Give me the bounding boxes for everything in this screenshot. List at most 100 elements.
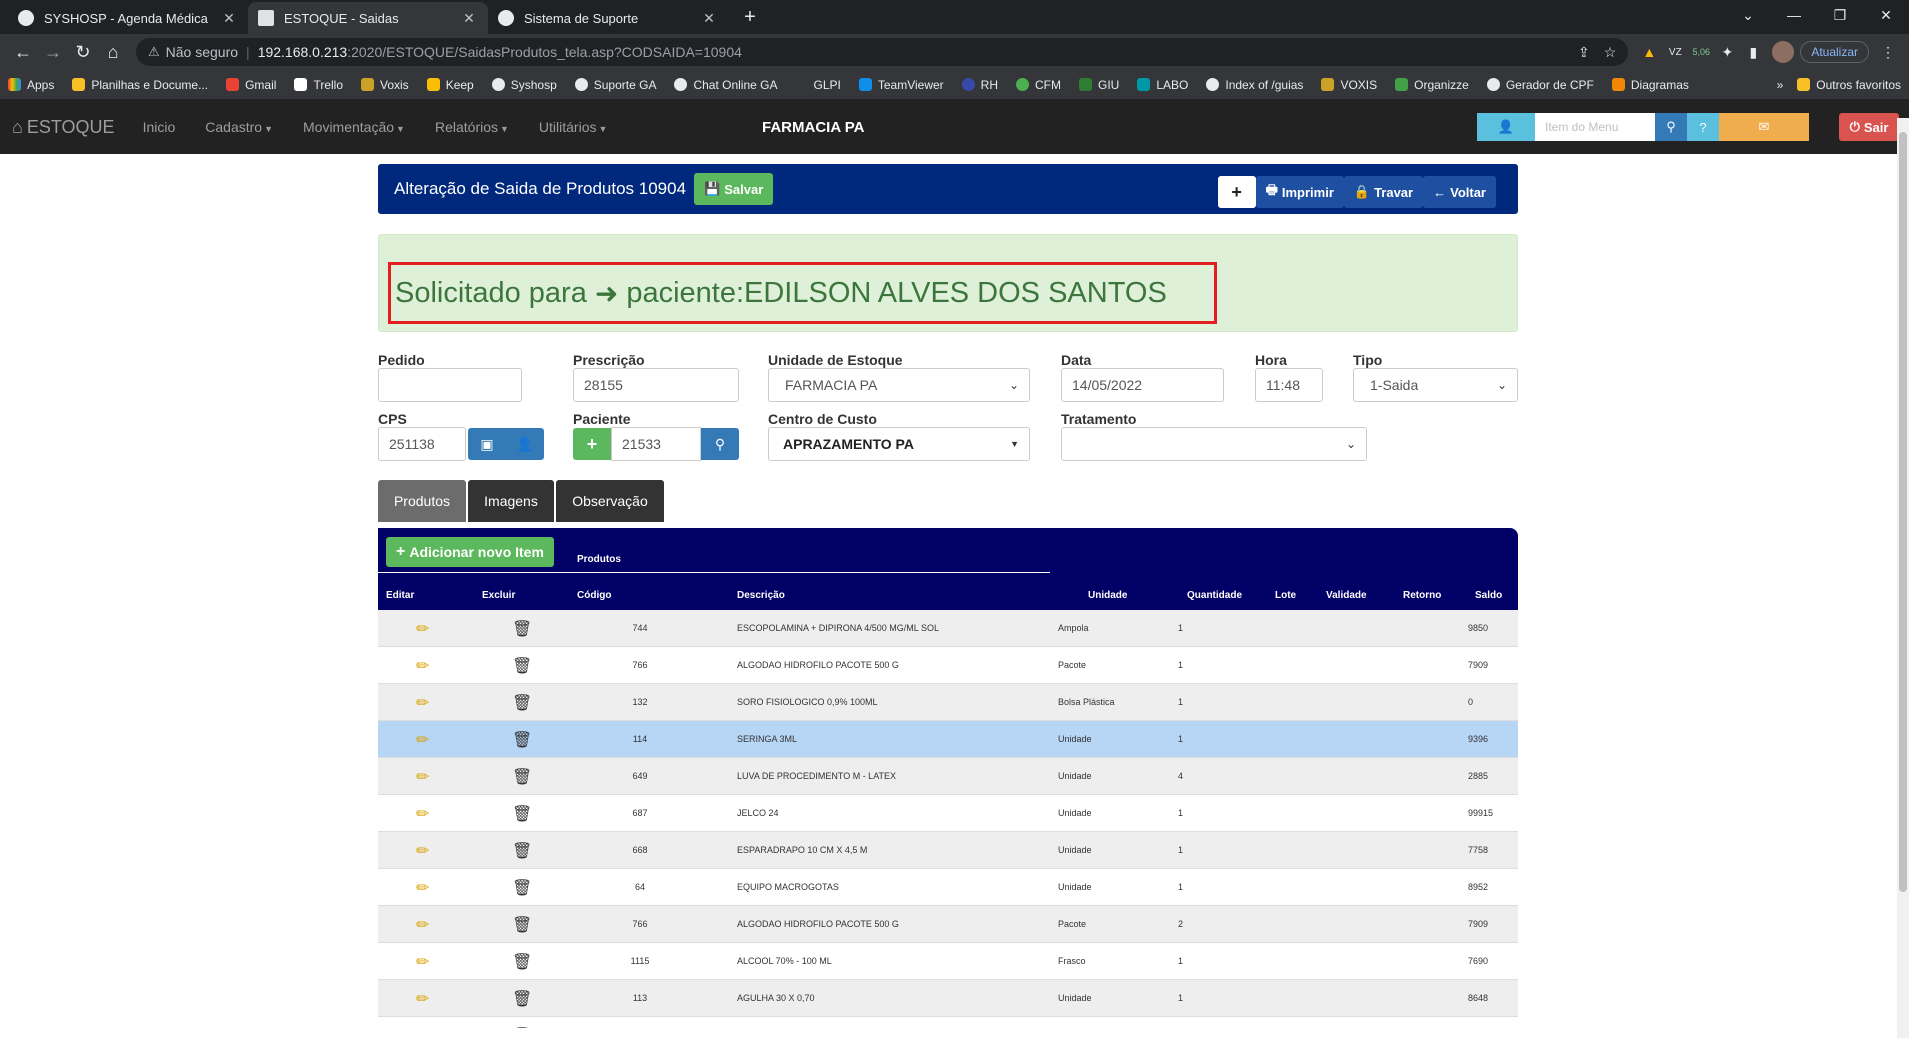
pencil-icon[interactable]: ✏ [416,878,429,898]
lock-button[interactable]: 🔒 Travar [1343,176,1424,208]
save-button[interactable]: 💾 Salvar [694,173,774,205]
search-button[interactable]: ⚲ [1655,113,1687,141]
cps-input[interactable]: 251138 [378,427,466,461]
trash-icon[interactable]: 🗑 [512,915,532,935]
add-paciente-button[interactable]: + [573,428,611,460]
url-field[interactable]: ⚠ Não seguro | 192.168.0.213:2020/ESTOQU… [136,38,1629,66]
pencil-icon[interactable]: ✏ [416,730,429,750]
back-button[interactable]: ← Voltar [1423,176,1496,208]
pencil-icon[interactable]: ✏ [416,841,429,861]
help-button[interactable]: ? [1687,113,1719,141]
search-paciente-button[interactable]: ⚲ [701,428,739,460]
add-button[interactable]: + [1217,176,1256,208]
bookmark-cfm[interactable]: CFM [1016,78,1061,92]
add-item-button[interactable]: + Adicionar novo Item [386,537,554,567]
centro-select[interactable]: APRAZAMENTO PA ▼ [768,427,1030,461]
data-input[interactable]: 14/05/2022 [1061,368,1224,402]
pedido-input[interactable] [378,368,522,402]
bookmarks-overflow-button[interactable]: » [1777,78,1784,92]
star-icon[interactable]: ☆ [1604,44,1617,61]
bookmark-other[interactable]: Outros favoritos [1797,78,1901,92]
trash-icon[interactable]: 🗑 [512,656,532,676]
minimize-icon[interactable]: — [1771,7,1817,23]
trash-icon[interactable]: 🗑 [512,804,532,824]
hora-input[interactable]: 11:48 [1255,368,1323,402]
nav-inicio[interactable]: Inicio [143,119,176,135]
cps-card-button[interactable]: ▣ [468,428,506,460]
tab-imagens[interactable]: Imagens [468,480,554,522]
table-row[interactable]: ✏ 🗑 687 JELCO 24 Unidade 1 99915 [378,795,1518,832]
pencil-icon[interactable]: ✏ [416,767,429,787]
bookmark-gmail[interactable]: Gmail [226,78,276,92]
menu-search-input[interactable] [1535,113,1655,141]
back-arrow-icon[interactable]: ← [8,42,38,63]
bookmark-rh[interactable]: RH [961,78,998,92]
bookmark-index-guias[interactable]: Index of /guias [1206,78,1303,92]
bookmark-labo[interactable]: LABO [1137,78,1188,92]
cps-user-button[interactable]: 👤 [506,428,544,460]
tratamento-select[interactable]: ⌄ [1061,427,1367,461]
reload-icon[interactable]: ↻ [68,42,98,63]
bookmark-diagramas[interactable]: Diagramas [1611,78,1689,92]
drive-extension-icon[interactable]: ▲ [1636,44,1662,60]
mail-button[interactable]: ✉ [1719,113,1809,141]
url-text[interactable]: 192.168.0.213:2020/ESTOQUE/SaidasProduto… [258,44,1564,60]
close-window-icon[interactable]: ✕ [1863,7,1909,24]
puzzle-icon[interactable]: ✦ [1714,44,1740,61]
trash-icon[interactable]: 🗑 [512,841,532,861]
trash-icon[interactable]: 🗑 [512,730,532,750]
table-row[interactable]: ✏ 🗑 744 ESCOPOLAMINA + DIPIRONA 4/500 MG/ML… [378,610,1518,647]
nav-relatorios[interactable]: Relatórios ▼ [435,119,509,135]
page-scrollbar[interactable] [1897,118,1909,1038]
unidade-select[interactable]: FARMACIA PA ⌄ [768,368,1030,402]
bookmark-apps[interactable]: Apps [8,78,54,92]
bookmark-trello[interactable]: Trello [294,78,343,92]
new-tab-button[interactable]: + [736,2,764,34]
prescricao-input[interactable]: 28155 [573,368,739,402]
paciente-input[interactable]: 21533 [611,427,701,461]
trash-icon[interactable]: 🗑 [512,989,532,1009]
bookmark-suporte-ga[interactable]: Suporte GA [574,78,656,92]
close-icon[interactable]: ✕ [700,10,718,27]
trash-icon[interactable]: 🗑 [512,619,532,639]
bookmark-voxis[interactable]: Voxis [361,78,409,92]
scrollbar-thumb[interactable] [1899,132,1907,892]
security-label[interactable]: Não seguro [166,44,238,60]
extension-icon[interactable]: VZ [1662,47,1688,58]
table-row[interactable]: ✏ 🗑 649 LUVA DE PROCEDIMENTO M - LATEX Unida… [378,758,1518,795]
trash-icon[interactable]: 🗑 [512,693,532,713]
forward-arrow-icon[interactable]: → [38,42,68,63]
table-row[interactable]: ✏🗑587DIPIRONA SODICA 500 MG/ ML SOL INJF… [378,1017,1518,1028]
nav-movimentacao[interactable]: Movimentação ▼ [303,119,405,135]
browser-tab-syshosp[interactable]: SYSHOSP - Agenda Médica ✕ [8,2,248,34]
close-icon[interactable]: ✕ [220,10,238,27]
tab-search-icon[interactable]: ⌄ [1725,7,1771,24]
pencil-icon[interactable]: ✏ [416,619,429,639]
trash-icon[interactable]: 🗑 [512,878,532,898]
print-button[interactable]: 🖶 Imprimir [1255,176,1344,208]
table-row[interactable]: ✏ 🗑 1115 ALCOOL 70% - 100 ML Frasco 1 7690 [378,943,1518,980]
trash-icon[interactable]: 🗑 [512,952,532,972]
warning-icon[interactable]: ⚠ [148,44,160,60]
trash-icon[interactable]: 🗑 [512,1026,532,1028]
bookmark-chat-online[interactable]: Chat Online GA [674,78,778,92]
kebab-menu-icon[interactable]: ⋮ [1875,44,1901,61]
pencil-icon[interactable]: ✏ [416,693,429,713]
table-row[interactable]: ✏ 🗑 132 SORO FISIOLOGICO 0,9% 100ML Bolsa Pl… [378,684,1518,721]
pencil-icon[interactable]: ✏ [416,989,429,1009]
table-row[interactable]: ✏ 🗑 113 AGULHA 30 X 0,70 Unidade 1 8648 [378,980,1518,1017]
logout-button[interactable]: ⏻ Sair [1839,113,1899,141]
bookmark-keep[interactable]: Keep [426,78,474,92]
sidepanel-icon[interactable]: ▮ [1740,44,1766,61]
table-row[interactable]: ✏ 🗑 766 ALGODAO HIDROFILO PACOTE 500 G Pacot… [378,906,1518,943]
bookmark-teamviewer[interactable]: TeamViewer [858,78,944,92]
trash-icon[interactable]: 🗑 [512,767,532,787]
nav-cadastro[interactable]: Cadastro ▼ [205,119,273,135]
bookmark-planilhas[interactable]: Planilhas e Docume... [72,78,208,92]
badge-extension-icon[interactable]: 5,06 [1688,47,1714,57]
pencil-icon[interactable]: ✏ [416,952,429,972]
browser-tab-suporte[interactable]: Sistema de Suporte ✕ [488,2,728,34]
profile-avatar[interactable] [1772,41,1795,63]
restore-icon[interactable]: ❐ [1817,7,1863,24]
tab-produtos[interactable]: Produtos [378,480,466,522]
